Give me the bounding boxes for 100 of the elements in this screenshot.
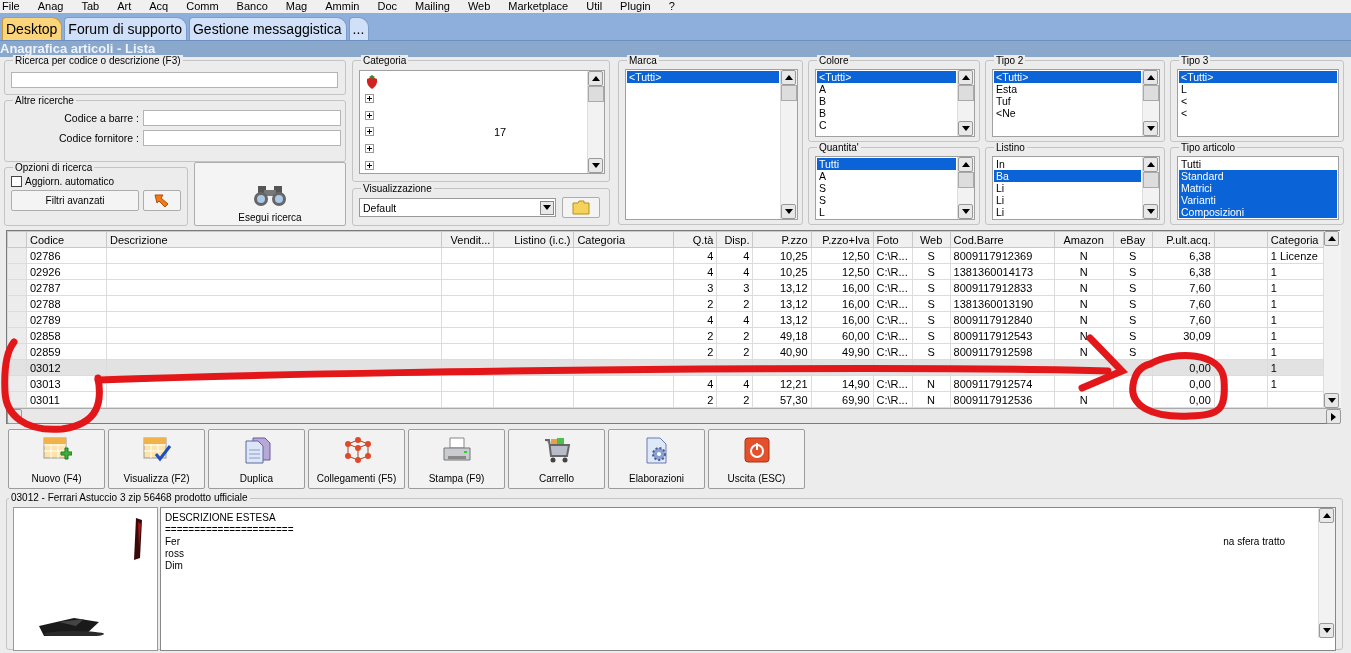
tab[interactable]: Desktop [2, 17, 63, 40]
toolbar-button[interactable]: Duplica [208, 429, 305, 489]
table-row[interactable]: 03011 2 2 57,30 69,90 C:\R... N 8009117912536 N 0,00 [7, 391, 1324, 408]
list-box[interactable]: In Ba Li Li Li [992, 156, 1160, 220]
list-box[interactable]: <Tutti> [625, 69, 798, 220]
menu-item[interactable]: Banco [236, 0, 268, 13]
expand-icon[interactable] [365, 110, 374, 120]
menu-item[interactable]: Mailing [415, 0, 450, 13]
column-header[interactable]: eBay [1113, 231, 1153, 248]
input-field[interactable] [143, 130, 341, 146]
list-item[interactable]: <Tutti> [817, 71, 956, 83]
table-row[interactable]: 02859 2 2 40,90 49,90 C:\R... S 8009117912598 N S 1 [7, 343, 1324, 360]
menu-item[interactable]: Plugin [620, 0, 651, 13]
table-row[interactable]: 02926 4 4 10,25 12,50 C:\R... S 1381360014173 N S 6,38 1 [7, 263, 1324, 280]
toolbar-button[interactable]: Nuovo (F4) [8, 429, 105, 489]
menu-item[interactable]: File [2, 0, 20, 13]
toolbar-button[interactable]: Carrello [508, 429, 605, 489]
list-item[interactable]: C [817, 119, 956, 131]
column-header[interactable]: P.zzo+Iva [811, 231, 874, 248]
list-item[interactable]: B [817, 107, 956, 119]
table-row[interactable]: 03012 0,00 1 [7, 359, 1324, 376]
column-header[interactable]: Categoria [1267, 231, 1324, 248]
list-item[interactable]: L [817, 206, 956, 218]
list-box[interactable]: Tutti A S S L [815, 156, 975, 220]
view-dropdown[interactable]: Default [359, 198, 556, 217]
menu-item[interactable]: Anag [37, 0, 64, 13]
tab[interactable]: Gestione messaggistica [188, 17, 347, 40]
checkbox[interactable] [11, 176, 22, 187]
list-item[interactable]: Esta [994, 83, 1141, 95]
menu-item[interactable]: Doc [377, 0, 397, 13]
menu-item[interactable]: Marketplace [508, 0, 569, 13]
list-item[interactable]: Standard [1179, 170, 1337, 182]
list-item[interactable]: A [817, 83, 956, 95]
list-item[interactable]: In [994, 158, 1141, 170]
list-item[interactable]: Li [994, 194, 1141, 206]
column-header[interactable]: Codice [26, 231, 107, 248]
expand-icon[interactable] [365, 161, 374, 171]
list-item[interactable]: S [817, 194, 956, 206]
table-row[interactable]: 02858 2 2 49,18 60,00 C:\R... S 8009117912543 N S 30,09 1 [7, 327, 1324, 344]
expand-icon[interactable] [365, 127, 374, 137]
expand-icon[interactable] [365, 144, 374, 154]
list-box[interactable]: <Tutti> L < < [1177, 69, 1339, 137]
menu-item[interactable]: Tab [81, 0, 100, 13]
list-item[interactable]: Varianti [1179, 194, 1337, 206]
column-header[interactable]: Q.tà [673, 231, 717, 248]
list-item[interactable]: <Tutti> [627, 71, 779, 83]
column-header[interactable]: Cod.Barre [950, 231, 1055, 248]
search-button[interactable]: Esegui ricerca [194, 162, 346, 226]
menu-item[interactable]: Mag [285, 0, 308, 13]
toolbar-button[interactable]: Visualizza (F2) [108, 429, 205, 489]
table-row[interactable]: 02786 4 4 10,25 12,50 C:\R... S 8009117912369 N S 6,38 1 Licenze [7, 247, 1324, 264]
list-box[interactable]: Tutti Standard Matrici Varianti Composizioni [1177, 156, 1339, 220]
list-box[interactable]: <Tutti> A B B C [815, 69, 975, 137]
column-header[interactable]: P.zzo [753, 231, 811, 248]
list-item[interactable]: Li [994, 182, 1141, 194]
table-row[interactable]: 03013 4 4 12,21 14,90 C:\R... N 8009117912574 0,00 1 [7, 375, 1324, 392]
column-header[interactable]: Vendit... [441, 231, 494, 248]
advanced-filters-button[interactable]: Filtri avanzati [11, 190, 139, 211]
menu-item[interactable]: ? [668, 0, 675, 13]
search-field[interactable] [11, 72, 338, 88]
arrow-button[interactable] [143, 190, 181, 211]
list-item[interactable]: B [817, 95, 956, 107]
menu-item[interactable]: Util [586, 0, 603, 13]
column-header[interactable]: Categoria [573, 231, 674, 248]
list-item[interactable]: < [1179, 95, 1337, 107]
menu-item[interactable]: Comm [186, 0, 219, 13]
input-field[interactable] [143, 110, 341, 126]
table-row[interactable]: 02788 2 2 13,12 16,00 C:\R... S 1381360013190 N S 7,60 1 [7, 295, 1324, 312]
menu-item[interactable]: Art [117, 0, 132, 13]
list-item[interactable]: Ba [994, 170, 1141, 182]
column-header[interactable]: P.ult.acq. [1152, 231, 1215, 248]
toolbar-button[interactable]: Uscita (ESC) [708, 429, 805, 489]
list-item[interactable]: <Tutti> [994, 71, 1141, 83]
list-item[interactable]: < [1179, 107, 1337, 119]
scrollbar[interactable] [1324, 231, 1341, 408]
menu-item[interactable]: Ammin [325, 0, 360, 13]
list-item[interactable]: Tuf [994, 95, 1141, 107]
table-row[interactable]: 02789 4 4 13,12 16,00 C:\R... S 8009117912840 N S 7,60 1 [7, 311, 1324, 328]
menu-item[interactable]: Acq [149, 0, 169, 13]
list-item[interactable]: Tutti [1179, 158, 1337, 170]
column-header[interactable]: Descrizione [106, 231, 442, 248]
table-row[interactable]: 02787 3 3 13,12 16,00 C:\R... S 8009117912833 N S 7,60 1 [7, 279, 1324, 296]
list-item[interactable]: A [817, 170, 956, 182]
tab[interactable]: Forum di supporto [64, 17, 187, 40]
column-header[interactable]: Listino (i.c.) [493, 231, 574, 248]
menu-item[interactable]: Web [467, 0, 491, 13]
list-box[interactable]: <Tutti> Esta Tuf <Ne [992, 69, 1160, 137]
column-header[interactable]: Disp. [716, 231, 753, 248]
list-item[interactable]: Matrici [1179, 182, 1337, 194]
toolbar-button[interactable]: Collegamenti (F5) [308, 429, 405, 489]
list-item[interactable]: Tutti [817, 158, 956, 170]
tab[interactable]: ... [348, 17, 370, 40]
scrollbar[interactable] [7, 408, 1341, 423]
toolbar-button[interactable]: Stampa (F9) [408, 429, 505, 489]
expand-icon[interactable] [365, 93, 374, 103]
list-item[interactable]: L [1179, 83, 1337, 95]
list-item[interactable]: Li [994, 206, 1141, 218]
list-item[interactable]: <Ne [994, 107, 1141, 119]
tree-item[interactable]: 17 [494, 126, 507, 138]
column-header[interactable]: Amazon [1054, 231, 1114, 248]
